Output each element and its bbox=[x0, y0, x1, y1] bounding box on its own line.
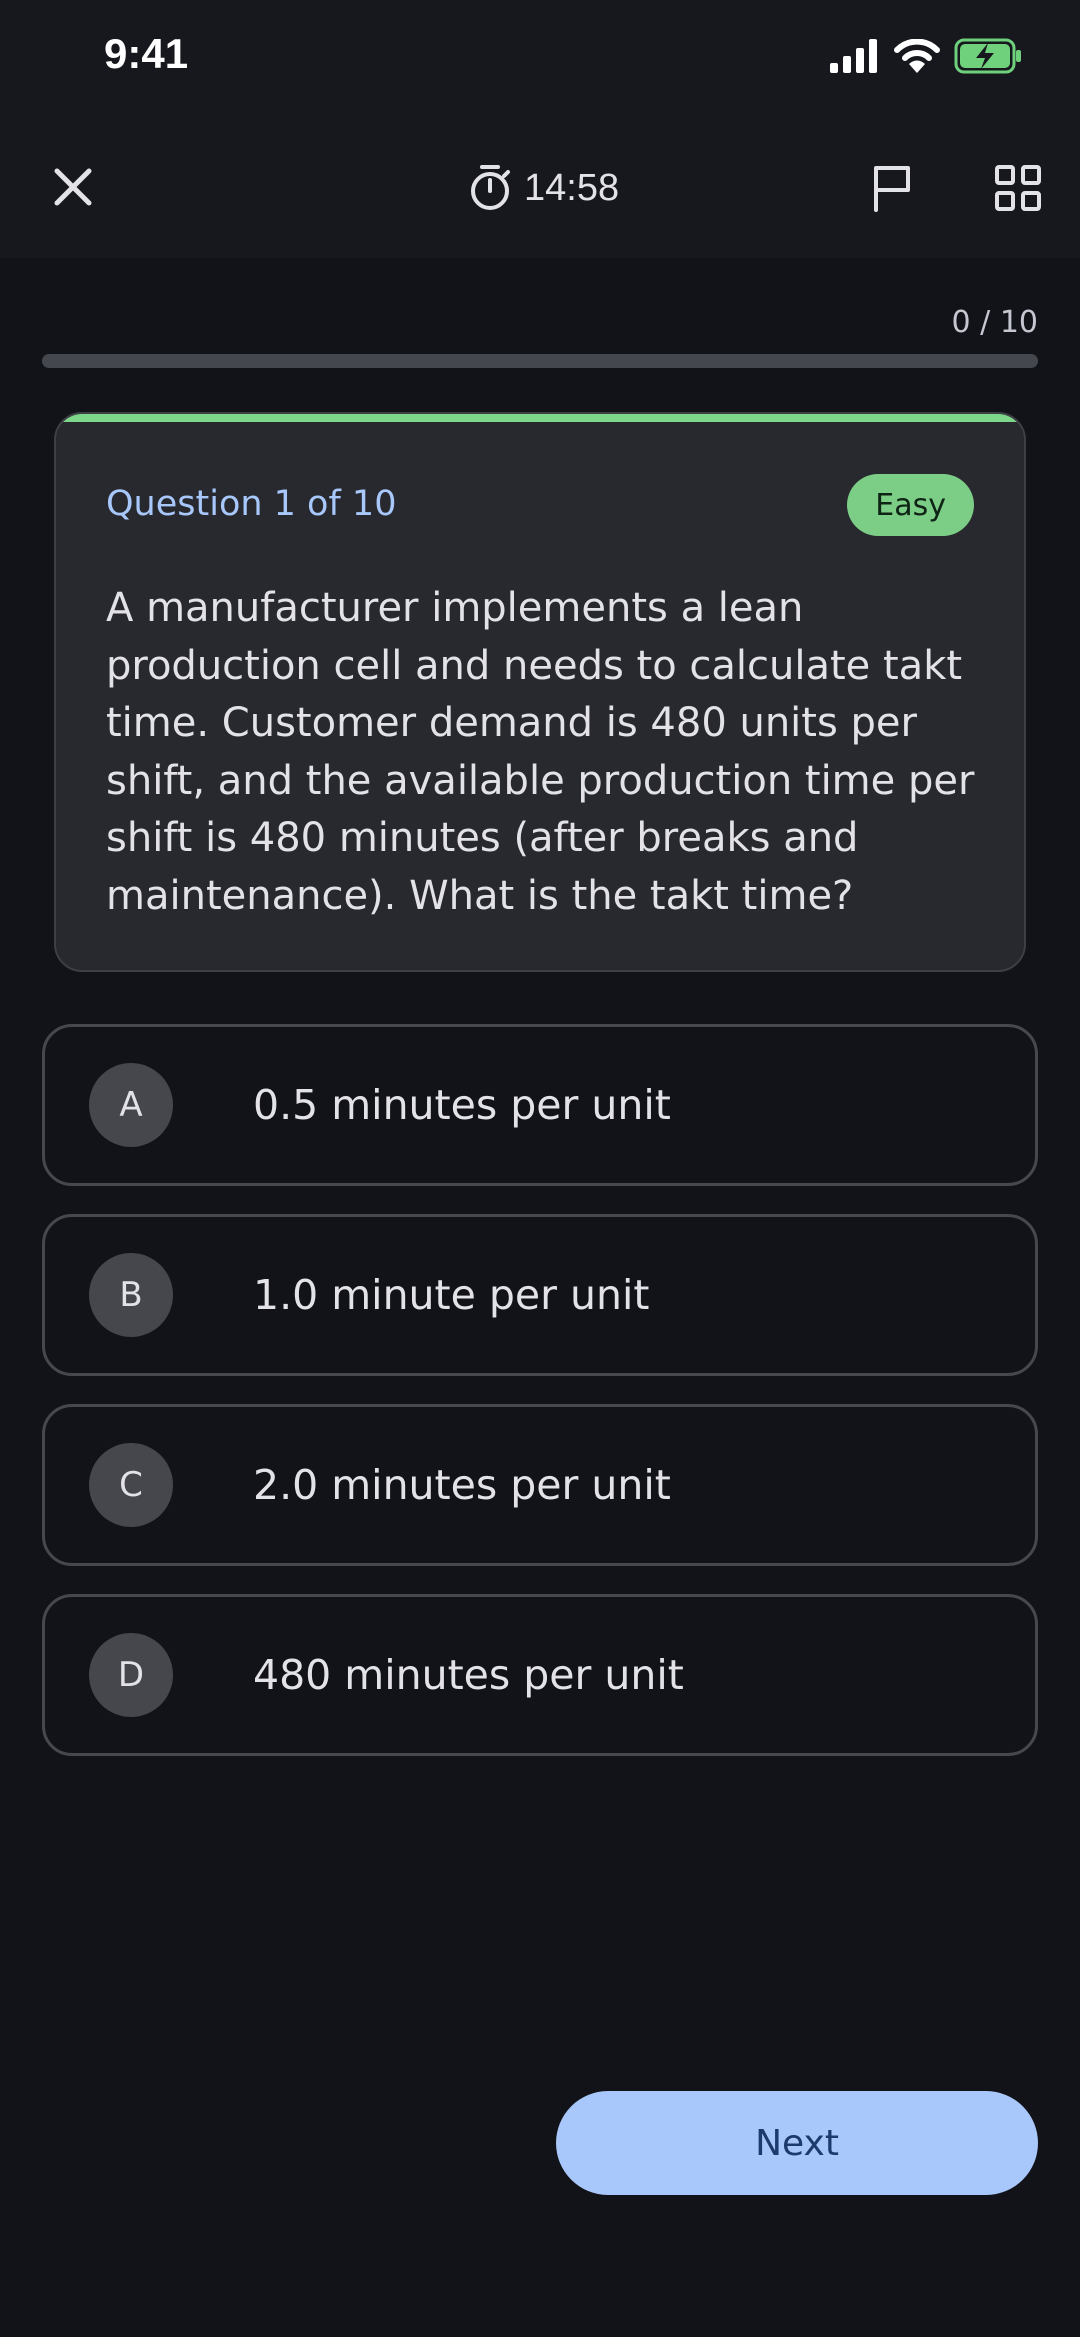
option-letter: C bbox=[89, 1443, 173, 1527]
quiz-screen: 9:41 14:58 0 / 10 Question 1 of 10 Easy … bbox=[0, 0, 1080, 2337]
option-letter: D bbox=[89, 1633, 173, 1717]
next-button[interactable]: Next bbox=[556, 2091, 1038, 2195]
wifi-icon bbox=[894, 38, 940, 77]
option-text: 0.5 minutes per unit bbox=[253, 1081, 671, 1129]
option-b[interactable]: B 1.0 minute per unit bbox=[42, 1214, 1038, 1376]
cellular-signal-icon bbox=[830, 39, 880, 77]
option-text: 480 minutes per unit bbox=[253, 1651, 684, 1699]
timer-value: 14:58 bbox=[524, 166, 620, 209]
option-text: 1.0 minute per unit bbox=[253, 1271, 650, 1319]
progress-count: 0 / 10 bbox=[951, 305, 1038, 340]
option-d[interactable]: D 480 minutes per unit bbox=[42, 1594, 1038, 1756]
question-text: A manufacturer implements a lean product… bbox=[106, 585, 975, 919]
option-a[interactable]: A 0.5 minutes per unit bbox=[42, 1024, 1038, 1186]
flag-question-button[interactable] bbox=[862, 158, 922, 218]
option-letter: A bbox=[89, 1063, 173, 1147]
top-app-bar: 14:58 bbox=[0, 120, 1080, 258]
option-letter: B bbox=[89, 1253, 173, 1337]
card-accent-strip bbox=[56, 414, 1024, 422]
stopwatch-icon bbox=[471, 165, 510, 210]
status-time: 9:41 bbox=[104, 30, 189, 77]
question-card: Question 1 of 10 Easy A manufacturer imp… bbox=[54, 412, 1026, 972]
progress-bar bbox=[42, 354, 1038, 368]
status-icons bbox=[830, 38, 1024, 78]
close-button[interactable] bbox=[42, 156, 104, 218]
close-icon bbox=[54, 168, 92, 206]
battery-charging-icon bbox=[954, 38, 1024, 78]
grid-view-icon bbox=[995, 165, 1041, 211]
flag-icon bbox=[874, 166, 910, 212]
option-c[interactable]: C 2.0 minutes per unit bbox=[42, 1404, 1038, 1566]
status-bar: 9:41 bbox=[0, 0, 1080, 120]
option-text: 2.0 minutes per unit bbox=[253, 1461, 671, 1509]
question-grid-button[interactable] bbox=[988, 158, 1048, 218]
question-number-label: Question 1 of 10 bbox=[106, 484, 397, 524]
difficulty-badge: Easy bbox=[847, 474, 974, 536]
timer: 14:58 bbox=[468, 160, 619, 216]
